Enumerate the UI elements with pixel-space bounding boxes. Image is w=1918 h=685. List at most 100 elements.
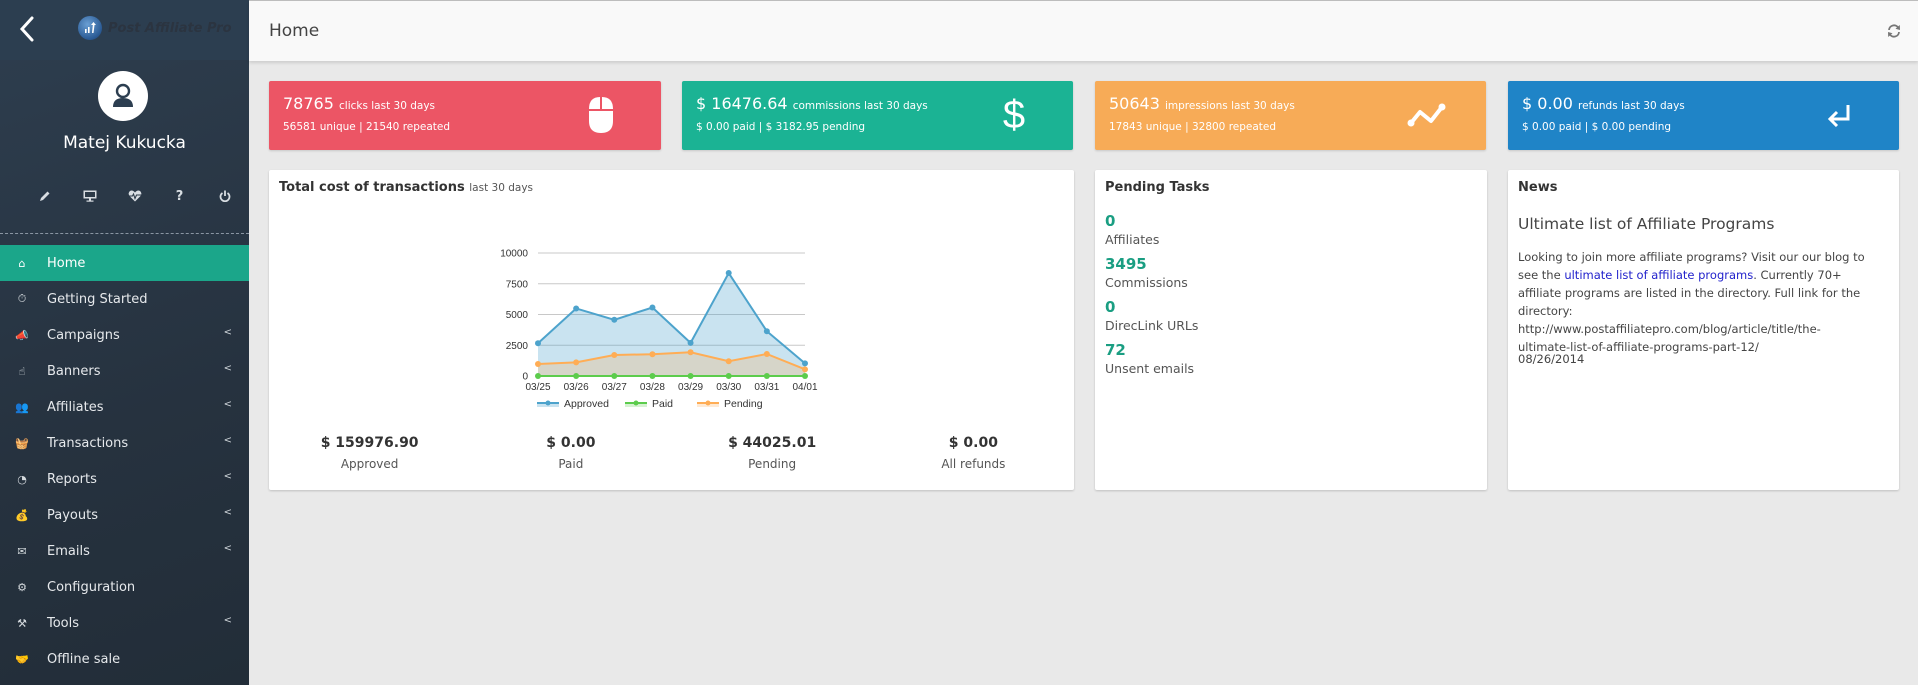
screen-button[interactable] (67, 186, 112, 206)
stat-label: clicks last 30 days (339, 100, 436, 112)
stat-sub: 56581 unique | 21540 repeated (283, 121, 451, 133)
envelope-icon: ✉ (17, 544, 27, 558)
page-title: Home (269, 21, 320, 41)
edit-profile-button[interactable] (22, 186, 67, 206)
task-unsent-emails[interactable]: 72 Unsent emails (1105, 341, 1198, 378)
x-tick-label: 03/26 (564, 382, 589, 393)
sidebar-item-affiliates[interactable]: 👥 Affiliates < (0, 389, 249, 425)
point-paid (611, 373, 618, 379)
avatar[interactable] (98, 71, 148, 121)
sidebar-item-label: Configuration (47, 579, 136, 595)
point-pending (535, 360, 541, 367)
help-button[interactable]: ? (157, 186, 202, 206)
transaction-totals: $ 159976.90 Approved $ 0.00 Paid $ 44025.0… (269, 435, 1074, 471)
news-link[interactable]: ultimate list of affiliate programs (1564, 268, 1753, 282)
news-date: 08/26/2014 (1518, 352, 1585, 366)
sidebar-item-label: Offline sale (47, 651, 121, 667)
collapse-sidebar-button[interactable] (16, 12, 40, 46)
y-tick-label: 10000 (500, 249, 528, 260)
x-tick-label: 04/01 (792, 382, 817, 393)
bullhorn-icon: 📣 (15, 328, 29, 342)
chevron-left-icon: < (223, 471, 232, 482)
sidebar-item-label: Transactions (47, 435, 129, 451)
point-pending (573, 359, 580, 366)
clicks-stat-box[interactable]: 78765 clicks last 30 days 56581 unique |… (269, 81, 661, 150)
sidebar-item-label: Campaigns (47, 327, 120, 343)
point-paid (687, 373, 694, 379)
stat-sub: 17843 unique | 32800 repeated (1109, 121, 1277, 133)
sidebar-item-emails[interactable]: ✉ Emails < (0, 533, 249, 569)
stat-sub: $ 0.00 paid | $ 0.00 pending (1522, 121, 1672, 133)
sidebar-item-transactions[interactable]: 🧺 Transactions < (0, 425, 249, 461)
point-approved (535, 340, 541, 347)
chevron-left-icon (19, 16, 34, 42)
total-pending: $ 44025.01 Pending (728, 435, 817, 471)
sidebar-nav: ⌂ Home ⏱ Getting Started 📣 Campaigns < ☝ Banners… (0, 245, 249, 677)
chevron-left-icon: < (223, 615, 232, 626)
sidebar-item-reports[interactable]: ◔ Reports < (0, 461, 249, 497)
x-tick-label: 03/30 (716, 382, 741, 393)
chevron-left-icon: < (223, 399, 232, 410)
logo[interactable]: Post Affiliate Pro (78, 16, 232, 40)
legend-label: Approved (564, 398, 609, 410)
gear-icon: ⚙ (17, 580, 27, 594)
card-title: News (1518, 180, 1558, 195)
stat-value: $ 16476.64 (696, 94, 788, 113)
point-pending (802, 366, 808, 373)
x-tick-label: 03/31 (754, 382, 779, 393)
task-affiliates[interactable]: 0 Affiliates (1105, 212, 1198, 249)
y-tick-label: 0 (522, 372, 528, 383)
sidebar-item-label: Affiliates (47, 399, 104, 415)
monitor-icon (83, 190, 96, 202)
news-body: Looking to join more affiliate programs?… (1518, 250, 1865, 354)
sidebar-item-label: Emails (47, 543, 90, 559)
pie-chart-icon: ◔ (17, 472, 27, 486)
sidebar-item-offline-sale[interactable]: 🤝 Offline sale (0, 641, 249, 677)
sidebar-item-banners[interactable]: ☝ Banners < (0, 353, 249, 389)
card-title: Pending Tasks (1105, 180, 1210, 195)
task-direclink-urls[interactable]: 0 DirecLink URLs (1105, 298, 1198, 335)
sidebar-item-tools[interactable]: ⚒ Tools < (0, 605, 249, 641)
sidebar-item-configuration[interactable]: ⚙ Configuration (0, 569, 249, 605)
point-approved (687, 339, 694, 346)
sidebar-tools: ? (22, 186, 247, 206)
legend-label: Paid (652, 398, 673, 410)
stat-label: impressions last 30 days (1165, 100, 1295, 112)
point-approved (725, 270, 732, 277)
point-pending (763, 350, 770, 357)
stat-sub: $ 0.00 paid | $ 3182.95 pending (696, 121, 866, 133)
sidebar-item-campaigns[interactable]: 📣 Campaigns < (0, 317, 249, 353)
sidebar-item-payouts[interactable]: 💰 Payouts < (0, 497, 249, 533)
point-approved (649, 304, 656, 311)
task-commissions[interactable]: 3495 Commissions (1105, 255, 1198, 292)
commissions-stat-box[interactable]: $ 16476.64 commissions last 30 days $ 0.… (682, 81, 1073, 150)
refunds-stat-box[interactable]: $ 0.00 refunds last 30 days $ 0.00 paid … (1508, 81, 1899, 150)
user-icon (113, 83, 133, 107)
user-name: Matej Kukucka (63, 133, 186, 153)
stat-label: commissions last 30 days (792, 100, 928, 112)
sidebar-item-getting-started[interactable]: ⏱ Getting Started (0, 281, 249, 317)
y-tick-label: 7500 (506, 279, 529, 290)
refresh-button[interactable] (1886, 23, 1902, 39)
logout-button[interactable] (202, 186, 247, 206)
stat-value: 78765 (283, 94, 334, 113)
stat-value: 50643 (1109, 94, 1160, 113)
handshake-icon: 🤝 (15, 652, 29, 666)
power-icon (219, 190, 230, 202)
legend-marker (705, 400, 711, 406)
page-header: Home (249, 0, 1918, 61)
sidebar-header: Post Affiliate Pro (0, 0, 249, 60)
stat-label: refunds last 30 days (1577, 100, 1685, 112)
x-tick-label: 03/27 (602, 382, 627, 393)
total-approved: $ 159976.90 Approved (320, 435, 419, 471)
news-card: News Ultimate list of Affiliate Programs… (1508, 170, 1899, 490)
impressions-stat-box[interactable]: 50643 impressions last 30 days 17843 uni… (1095, 81, 1486, 150)
point-paid (649, 373, 656, 379)
question-icon: ? (175, 188, 184, 204)
sidebar-item-home[interactable]: ⌂ Home (0, 245, 249, 281)
health-button[interactable] (112, 186, 157, 206)
point-pending (611, 351, 618, 358)
sidebar-item-label: Reports (47, 471, 97, 487)
stopwatch-icon: ⏱ (17, 292, 27, 305)
legend-label: Pending (724, 398, 763, 410)
